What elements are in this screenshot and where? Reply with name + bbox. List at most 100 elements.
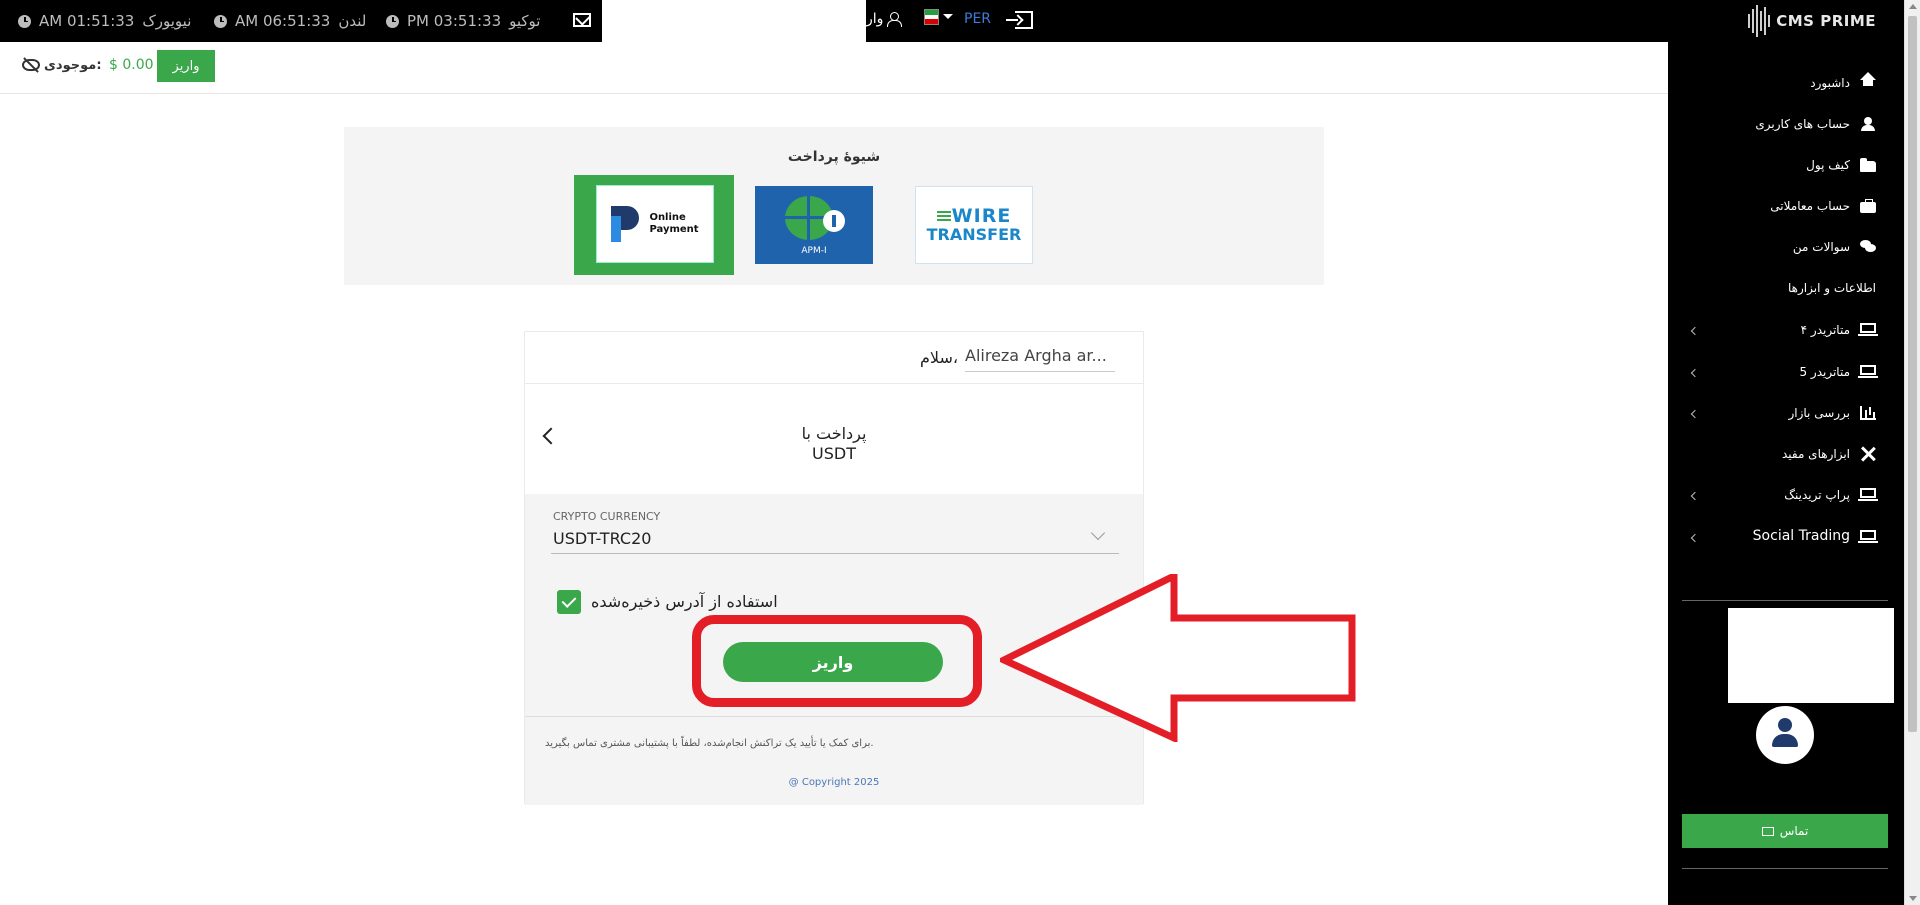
clock-new-york: AM 01:51:33 نیویورک (18, 11, 191, 31)
currency-select[interactable]: USDT-TRC20 (551, 524, 1119, 554)
sidebar-item-metatrader-4[interactable]: متاتریدر ۴ (1668, 311, 1904, 351)
clock-time: AM 01:51:33 (39, 12, 135, 30)
method-online-payment-selected[interactable]: Online Payment (574, 175, 734, 275)
pay-method-name: USDT (812, 444, 856, 463)
clock-icon (386, 14, 399, 28)
info-badge-icon (823, 210, 845, 232)
brand-name: CMS PRIME (1776, 12, 1876, 30)
sidebar-item-trading-account[interactable]: حساب معاملاتی (1668, 187, 1904, 227)
eye-slash-icon[interactable] (22, 59, 40, 71)
bar-chart-icon (1860, 406, 1876, 420)
sidebar-item-metatrader-5[interactable]: متاتریدر 5 (1668, 353, 1904, 393)
home-icon (1860, 72, 1876, 86)
speed-stripes-icon (936, 210, 951, 223)
sidebar: CMS PRIME داشبورد حساب های کاربری کیف پو… (1668, 0, 1904, 905)
iran-flag-icon[interactable] (924, 9, 939, 25)
greeting-row: سلام، Alireza Argha ar... (525, 332, 1143, 384)
sidebar-item-useful-tools[interactable]: ابزارهای مفید (1668, 435, 1904, 475)
envelope-icon (1761, 826, 1774, 836)
caret-down-icon[interactable] (943, 14, 953, 19)
sidebar-divider (1682, 868, 1888, 869)
annotation-highlight-frame (692, 615, 982, 707)
comments-icon (1860, 240, 1876, 254)
sidebar-item-market-review[interactable]: بررسی بازار (1668, 394, 1904, 434)
scroll-up-icon[interactable] (1909, 4, 1917, 9)
user-icon (1860, 117, 1876, 131)
scroll-thumb[interactable] (1908, 16, 1917, 732)
sign-in-icon[interactable] (1006, 11, 1033, 29)
laptop-icon (1858, 530, 1878, 543)
brand-bars-icon (1748, 4, 1771, 38)
clock-tokyo: PM 03:51:33 توکیو (386, 11, 540, 31)
clock-city: نیویورک (142, 12, 192, 30)
method-wire-transfer[interactable]: WIRE TRANSFER (915, 186, 1033, 264)
sidebar-item-my-questions[interactable]: سوالات من (1668, 228, 1904, 268)
redacted-area (1728, 608, 1894, 703)
mail-icon[interactable] (573, 13, 591, 27)
sidebar-item-prop-trading[interactable]: پراپ تریدینگ (1668, 476, 1904, 516)
clock-london: AM 06:51:33 لندن (214, 11, 366, 31)
clock-time: AM 06:51:33 (235, 12, 331, 30)
laptop-icon (1858, 488, 1878, 501)
sidebar-item-label: حساب های کاربری (1755, 117, 1850, 131)
folder-icon (1860, 158, 1876, 172)
sidebar-item-label: متاتریدر 5 (1799, 365, 1850, 379)
payment-method-panel: شیوهٔ پرداخت Online Payment APM-I WIRE T… (344, 127, 1324, 285)
apm-label: APM-I (801, 246, 827, 256)
chevron-left-icon (1690, 491, 1700, 501)
sidebar-item-social-trading[interactable]: Social Trading (1668, 518, 1904, 558)
sidebar-item-label: داشبورد (1810, 76, 1850, 90)
contact-button[interactable]: تماس (1682, 814, 1888, 848)
briefcase-icon (1860, 199, 1876, 213)
chevron-left-icon (1690, 326, 1700, 336)
user-icon (887, 12, 903, 27)
user-name-field: Alireza Argha ar... (965, 346, 1115, 372)
annotation-arrow-icon (1000, 574, 1356, 742)
sidebar-item-label: متاتریدر ۴ (1800, 323, 1850, 337)
payment-method-title: شیوهٔ پرداخت (787, 149, 881, 165)
brand-logo[interactable]: CMS PRIME (1748, 4, 1876, 38)
balance-value: $ 0.00 (109, 57, 154, 73)
sidebar-item-wallet[interactable]: کیف پول (1668, 146, 1904, 186)
currency-label: CRYPTO CURRENCY (553, 510, 661, 523)
laptop-icon (1858, 365, 1878, 378)
online-payment-line1: Online (649, 212, 686, 223)
sidebar-item-info-tools[interactable]: اطلاعات و ابزارها (1668, 269, 1904, 309)
chevron-down-icon (1090, 525, 1106, 541)
saved-address-label: استفاده از آدرس ذخیره‌شده (591, 592, 778, 611)
online-payment-p-icon (611, 206, 643, 242)
sidebar-item-user-accounts[interactable]: حساب های کاربری (1668, 105, 1904, 145)
scrollbar[interactable] (1904, 0, 1920, 905)
top-bar: AM 01:51:33 نیویورک AM 06:51:33 لندن PM … (0, 0, 1668, 42)
support-text: برای کمک یا تأیید یک تراکنش انجام‌شده، ل… (545, 738, 874, 749)
clock-city: توکیو (509, 12, 541, 30)
scroll-down-icon[interactable] (1909, 896, 1917, 901)
sidebar-item-label: کیف پول (1806, 158, 1850, 172)
sidebar-item-label: حساب معاملاتی (1770, 199, 1850, 213)
balance-bar: موجودی: $ 0.00 واریز (0, 42, 1668, 94)
sidebar-item-label: اطلاعات و ابزارها (1788, 281, 1876, 295)
redacted-area (602, 0, 866, 42)
language-selector[interactable]: PER (964, 11, 991, 27)
online-payment-logo[interactable]: Online Payment (596, 185, 714, 263)
clock-city: لندن (338, 12, 367, 30)
avatar[interactable] (1756, 706, 1814, 764)
clock-time: PM 03:51:33 (407, 12, 502, 30)
clock-icon (214, 14, 227, 28)
pay-with-label: پرداخت با (801, 424, 867, 443)
tools-icon (1860, 447, 1876, 461)
sidebar-item-label: ابزارهای مفید (1781, 447, 1850, 461)
laptop-icon (1858, 323, 1878, 336)
method-apm[interactable]: APM-I (755, 186, 873, 264)
sidebar-item-dashboard[interactable]: داشبورد (1668, 64, 1904, 104)
deposit-top-button[interactable]: واریز (157, 50, 215, 82)
saved-address-checkbox[interactable] (557, 590, 581, 614)
sidebar-item-label: Social Trading (1752, 528, 1850, 544)
currency-value: USDT-TRC20 (553, 529, 652, 548)
user-menu[interactable]: وار (866, 11, 903, 27)
pay-with-header: پرداخت با USDT (525, 384, 1143, 494)
clock-icon (18, 14, 31, 28)
user-label: وار (866, 11, 884, 27)
greeting-text: سلام، (920, 348, 959, 367)
sidebar-divider (1682, 600, 1888, 601)
